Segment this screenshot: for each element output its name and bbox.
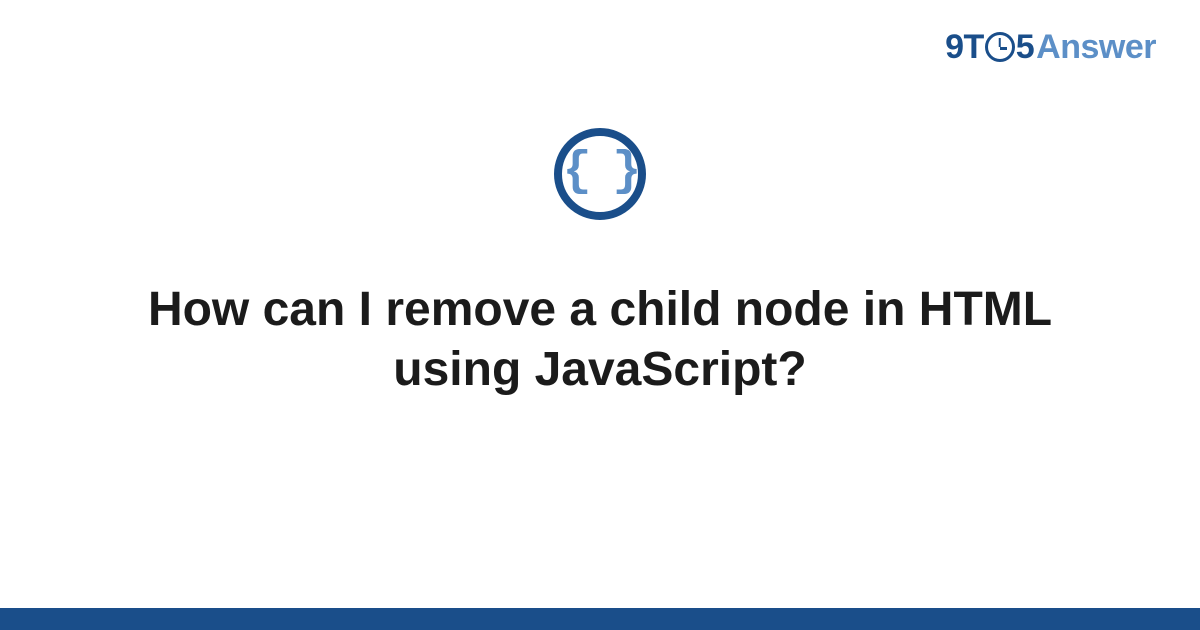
logo-text-answer: Answer (1036, 28, 1156, 67)
footer-bar (0, 608, 1200, 630)
clock-icon (985, 32, 1015, 62)
question-title: How can I remove a child node in HTML us… (120, 280, 1080, 400)
main-content: { } How can I remove a child node in HTM… (0, 128, 1200, 400)
logo-text-5: 5 (1016, 28, 1034, 67)
code-braces-icon: { } (554, 128, 646, 220)
braces-glyph: { } (563, 145, 637, 199)
logo-text-9t: 9T (945, 28, 984, 67)
site-logo: 9T 5 Answer (945, 28, 1156, 67)
